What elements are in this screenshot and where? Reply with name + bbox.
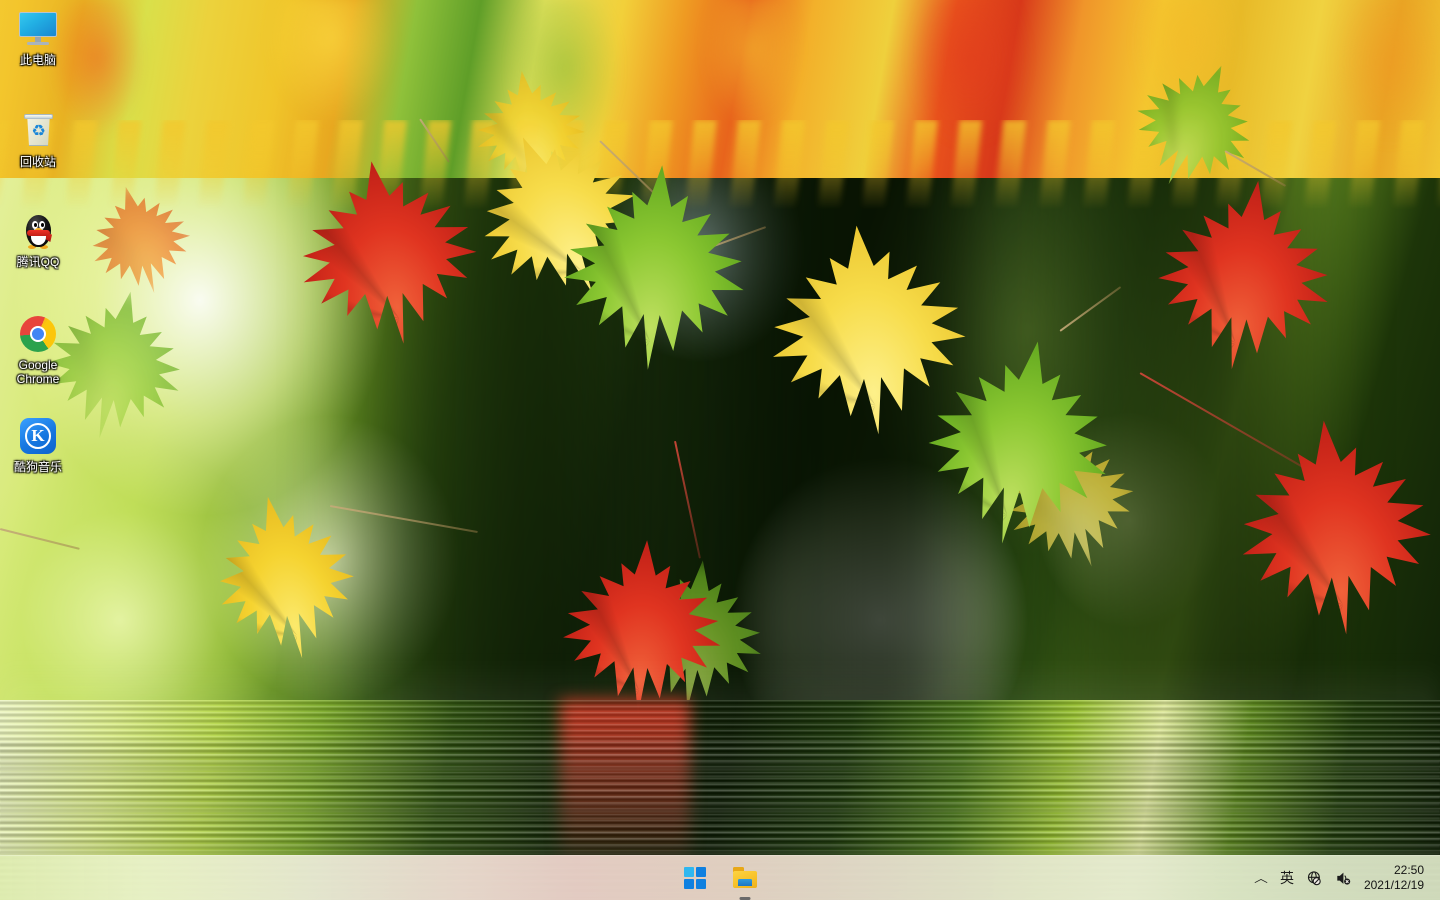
folder-icon [732, 867, 758, 889]
tencent-qq-icon [17, 210, 59, 252]
desktop-icon-recycle-bin[interactable]: ♻ 回收站 [2, 110, 74, 169]
desktop-icon-kugou-music[interactable]: K 酷狗音乐 [2, 415, 74, 474]
windows-logo-icon [684, 867, 706, 889]
google-chrome-icon [17, 313, 59, 355]
start-button[interactable] [674, 858, 716, 898]
globe-no-internet-icon[interactable] [1300, 860, 1329, 896]
clock-date: 2021/12/19 [1363, 878, 1424, 892]
taskbar-center-group [674, 858, 766, 900]
taskbar[interactable]: ︿ 英 22:50 2021/12/19 [0, 855, 1440, 900]
desktop-icon-label: Google Chrome [16, 358, 60, 386]
desktop-icon-this-pc[interactable]: 此电脑 [2, 8, 74, 67]
chevron-up-icon[interactable]: ︿ [1245, 860, 1278, 896]
ime-language-icon[interactable]: 英 [1274, 860, 1300, 896]
desktop-icon-label: 此电脑 [19, 53, 56, 67]
taskbar-clock[interactable]: 22:50 2021/12/19 [1358, 858, 1434, 898]
desktop-icon-label: 回收站 [19, 155, 56, 169]
file-explorer-button[interactable] [724, 858, 766, 900]
this-pc-icon [17, 8, 59, 50]
desktop[interactable]: 此电脑 ♻ 回收站 腾讯QQ Google Chrome K 酷狗音乐 ︿ 英 … [0, 0, 1440, 900]
kugou-music-icon: K [17, 415, 59, 457]
desktop-icon-tencent-qq[interactable]: 腾讯QQ [2, 210, 74, 269]
system-tray: ︿ 英 22:50 2021/12/19 [1248, 856, 1434, 900]
desktop-icon-google-chrome[interactable]: Google Chrome [2, 313, 74, 386]
desktop-wallpaper [0, 0, 1440, 900]
speaker-muted-icon[interactable] [1329, 860, 1358, 896]
clock-time: 22:50 [1393, 863, 1424, 877]
desktop-icon-label: 腾讯QQ [16, 255, 60, 269]
desktop-icon-label: 酷狗音乐 [13, 460, 62, 474]
recycle-bin-icon: ♻ [17, 110, 59, 152]
